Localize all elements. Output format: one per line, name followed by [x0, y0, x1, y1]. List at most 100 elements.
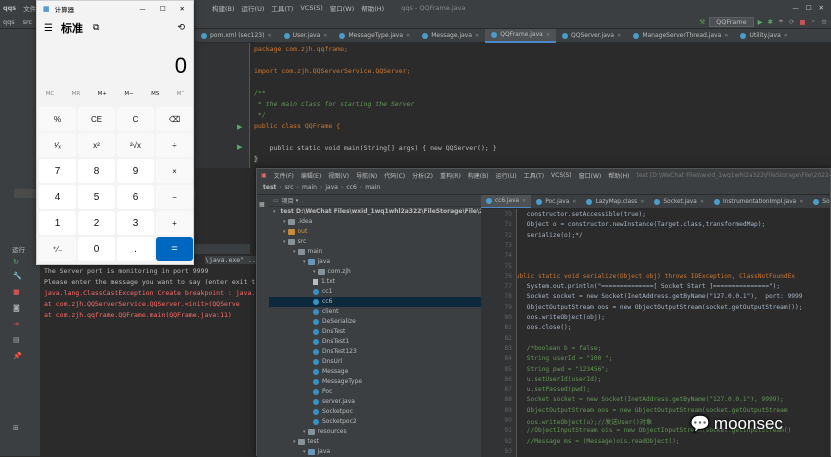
coverage-icon[interactable]: ☂	[778, 18, 784, 26]
tree-item[interactable]: ▾ .idea	[269, 217, 481, 227]
chevron-down-icon[interactable]: ▾	[296, 198, 299, 204]
menu-item[interactable]: 帮助(H)	[361, 3, 384, 13]
menu-item[interactable]: 文件(F)	[274, 171, 294, 180]
digit-5-button[interactable]: 5	[78, 185, 115, 209]
editor-tab[interactable]: Poc.java ✕	[531, 195, 581, 208]
expand-arrow-icon[interactable]: ▾	[303, 257, 306, 267]
tree-item[interactable]: cc1	[269, 287, 481, 297]
project-tool-icon[interactable]: ▦	[259, 201, 265, 208]
nav-crumb[interactable]: src	[23, 18, 33, 26]
expand-arrow-icon[interactable]: ▾	[283, 217, 286, 227]
console-error-line[interactable]: at com.zjh.QQServerService.QQServer.<ini…	[44, 300, 240, 308]
structure-icon[interactable]: ⊞	[13, 424, 19, 432]
close-tab-icon[interactable]: ✕	[572, 195, 576, 208]
close-tab-icon[interactable]: ✕	[475, 29, 479, 43]
tree-item[interactable]: ▾ main	[269, 247, 481, 257]
editor-tab[interactable]: ManageServerThread.java ✕	[627, 29, 734, 43]
breadcrumb-item[interactable]: main	[365, 184, 380, 191]
expand-arrow-icon[interactable]: ▾	[293, 437, 296, 447]
menu-item[interactable]: 编辑(E)	[301, 171, 321, 180]
memory-button[interactable]: M˅	[177, 91, 185, 103]
add-button[interactable]: +	[156, 211, 193, 235]
menu-item[interactable]: 代码(C)	[384, 171, 405, 180]
run-gutter-icon[interactable]: ▶	[237, 143, 242, 151]
settings-icon[interactable]: ⚙	[821, 18, 827, 26]
menu-item[interactable]: 重构(R)	[440, 171, 461, 180]
close-icon[interactable]: ✕	[819, 4, 824, 12]
square-root-button[interactable]: ²√x	[117, 133, 154, 157]
memory-button[interactable]: MC	[46, 91, 55, 103]
expand-arrow-icon[interactable]: ▾	[283, 237, 286, 247]
tree-item[interactable]: DnsTest	[269, 327, 481, 337]
memory-button[interactable]: MS	[151, 91, 159, 103]
equals-button[interactable]: =	[156, 237, 193, 261]
expand-arrow-icon[interactable]: ▾	[283, 227, 286, 237]
tree-item[interactable]: cc6	[269, 297, 481, 307]
exit-icon[interactable]: ⇥	[13, 320, 19, 328]
close-tab-icon[interactable]: ✕	[267, 29, 271, 43]
ide-back-editor[interactable]: package com.zjh.qqframe; import com.zjh.Q…	[250, 43, 831, 168]
history-icon[interactable]: ⟲	[177, 23, 185, 33]
tree-item[interactable]: DnsUrl	[269, 357, 481, 367]
expand-arrow-icon[interactable]: ▾	[273, 207, 276, 217]
editor-tab[interactable]: pom.xml (sec123) ✕	[195, 29, 278, 43]
subtract-button[interactable]: −	[156, 185, 193, 209]
tree-item[interactable]: ▾ test	[269, 437, 481, 447]
menu-item[interactable]: 导航(N)	[356, 171, 377, 180]
breadcrumb-item[interactable]: main	[302, 184, 317, 191]
digit-0-button[interactable]: 0	[78, 237, 115, 261]
nav-crumb[interactable]: qqs	[3, 18, 15, 26]
tree-item[interactable]: DnsTest1	[269, 337, 481, 347]
breadcrumb-item[interactable]: cc6	[346, 184, 356, 191]
digit-7-button[interactable]: 7	[39, 159, 76, 183]
editor-tab[interactable]: Message.java ✕	[416, 29, 485, 43]
tree-item[interactable]: Poc	[269, 387, 481, 397]
digit-4-button[interactable]: 4	[39, 185, 76, 209]
menu-item[interactable]: 构建(B)	[212, 3, 235, 13]
wrench-icon[interactable]: 🔧	[13, 272, 22, 280]
editor-tab[interactable]: Socketpo✕	[808, 195, 830, 208]
digit-2-button[interactable]: 2	[78, 211, 115, 235]
menu-item[interactable]: 分析(Z)	[412, 171, 433, 180]
menu-item[interactable]: 视图(V)	[328, 171, 349, 180]
memory-button[interactable]: M+	[98, 91, 107, 103]
close-tab-icon[interactable]: ✕	[522, 195, 526, 208]
close-tab-icon[interactable]: ✕	[700, 195, 704, 208]
digit-1-button[interactable]: 1	[39, 211, 76, 235]
stop-icon[interactable]: ■	[13, 288, 20, 296]
square-button[interactable]: x²	[78, 133, 115, 157]
memory-button[interactable]: M−	[124, 91, 133, 103]
editor-tab[interactable]: InstrumentationImpl.java ✕	[709, 195, 808, 208]
profile-icon[interactable]: ⟳	[789, 18, 794, 26]
editor-tab[interactable]: MessageType.java ✕	[333, 29, 416, 43]
minimize-icon[interactable]: —	[139, 5, 146, 13]
maximize-icon[interactable]: ☐	[806, 4, 812, 12]
breadcrumb-item[interactable]: test	[263, 184, 276, 191]
reciprocal-button[interactable]: ¹⁄ₓ	[39, 133, 76, 157]
digit-9-button[interactable]: 9	[117, 159, 154, 183]
close-tab-icon[interactable]: ✕	[406, 29, 410, 43]
menu-item[interactable]: VCS(S)	[551, 172, 572, 179]
tree-item[interactable]: Socketpoc	[269, 407, 481, 417]
run-console[interactable]: \java.exe" ... The Server port is monito…	[40, 254, 271, 456]
menu-item[interactable]: qqs	[3, 4, 16, 12]
tree-item[interactable]: server.java	[269, 397, 481, 407]
close-icon[interactable]: ✕	[180, 5, 185, 13]
project-panel-label[interactable]: 项目	[282, 196, 294, 205]
menu-item[interactable]: 运行(U)	[242, 3, 265, 13]
tree-item[interactable]: ▾ com.zjh	[269, 267, 481, 277]
close-tab-icon[interactable]: ✕	[617, 29, 621, 43]
tree-item[interactable]: MessageType	[269, 377, 481, 387]
run-config-select[interactable]: QQFrame	[709, 16, 754, 27]
keep-on-top-icon[interactable]: ⧉	[93, 23, 99, 33]
clear-entry-button[interactable]: CE	[78, 107, 115, 131]
divide-button[interactable]: ÷	[156, 133, 193, 157]
digit-3-button[interactable]: 3	[117, 211, 154, 235]
close-tab-icon[interactable]: ✕	[546, 28, 550, 42]
tree-item[interactable]: Message	[269, 367, 481, 377]
tree-item[interactable]: client	[269, 307, 481, 317]
menu-item[interactable]: 帮助(H)	[608, 171, 629, 180]
rerun-icon[interactable]: ↻	[13, 258, 19, 266]
tree-item[interactable]: ▾ out	[269, 227, 481, 237]
decimal-button[interactable]: .	[117, 237, 154, 261]
